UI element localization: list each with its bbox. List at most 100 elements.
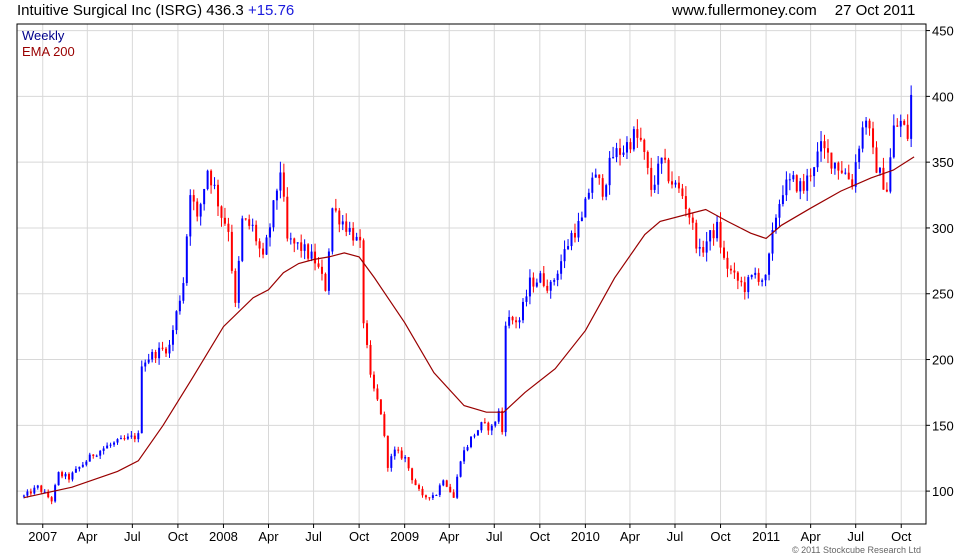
candle-body [334,208,337,211]
candle-body [158,347,161,359]
candle-body [508,316,511,326]
candle-body [196,201,199,217]
y-tick-label: 450 [932,24,954,39]
candle-body [185,236,188,284]
candle-body [494,421,497,426]
candle-body [29,491,32,494]
candle-body [203,188,206,205]
candle-body [677,182,680,189]
candle-body [896,125,899,127]
candle-body [684,196,687,209]
y-tick-label: 400 [932,89,954,104]
candle-body [625,142,628,153]
candle-body [466,447,469,451]
candle-body [307,244,310,259]
candle-body [570,232,573,247]
candle-body [515,320,518,323]
candle-body [293,238,296,244]
x-tick-label: Jul [124,529,141,544]
candle-body [698,247,701,249]
candle-body [359,236,362,241]
candle-body [473,435,476,437]
candle-body [300,242,303,251]
candle-body [872,128,875,148]
candle-body [629,142,632,150]
candle-body [459,461,462,477]
candle-body [182,283,185,301]
candle-body [899,120,902,127]
candle-body [92,454,95,456]
candle-body [490,425,493,431]
candle-body [549,281,552,291]
candle-body [192,195,195,202]
candle-body [123,438,126,440]
candle-body [736,272,739,281]
candle-body [823,141,826,149]
candle-body [414,480,417,486]
y-tick-label: 300 [932,221,954,236]
candle-body [747,277,750,293]
candle-body [584,198,587,218]
candle-body [119,438,122,440]
candle-body [303,244,306,251]
candle-body [241,218,244,261]
x-tick-label: Apr [439,529,460,544]
candle-body [667,159,670,182]
candle-body [345,221,348,232]
candle-body [175,311,178,331]
candle-body [74,468,77,473]
candle-body [733,270,736,273]
candle-body [88,454,91,462]
candle-body [130,435,133,437]
candle-body [906,124,909,139]
candle-body [317,263,320,267]
candle-body [78,466,81,469]
candle-body [137,433,140,440]
candle-body [889,157,892,192]
candle-body [64,473,67,477]
candle-body [743,282,746,293]
candle-body [560,261,563,274]
x-tick-label: Apr [801,529,822,544]
candle-body [320,266,323,274]
candle-body [116,439,119,443]
candle-body [324,273,327,291]
candle-body [885,189,888,192]
candle-body [54,485,57,502]
candle-body [487,422,490,431]
candle-body [840,170,843,173]
candle-body [761,280,764,282]
candle-body [95,455,98,457]
candle-body [847,172,850,180]
candle-body [854,162,857,187]
candle-body [189,195,192,237]
x-tick-label: Oct [168,529,189,544]
candle-body [639,137,642,140]
candle-body [341,221,344,225]
candle-body [314,251,317,264]
candle-body [244,218,247,220]
candle-body [386,435,389,468]
candle-body [234,270,237,303]
candle-body [813,167,816,177]
candle-body [36,485,39,488]
candle-body [605,185,608,197]
candle-body [567,246,570,250]
copyright-footer: © 2011 Stockcube Research Ltd [792,545,922,555]
candle-body [501,410,504,433]
candle-body [671,181,674,185]
x-tick-label: Oct [530,529,551,544]
candle-body [227,223,230,232]
candle-body [681,188,684,197]
candle-body [858,148,861,163]
candle-body [456,476,459,498]
candle-body [553,280,556,282]
candle-body [612,157,615,159]
candle-body [279,172,282,191]
candle-body [518,320,521,323]
candle-body [768,253,771,275]
candle-body [657,163,660,185]
candle-body [102,448,105,451]
candle-body [435,494,438,496]
candle-body [22,495,25,497]
